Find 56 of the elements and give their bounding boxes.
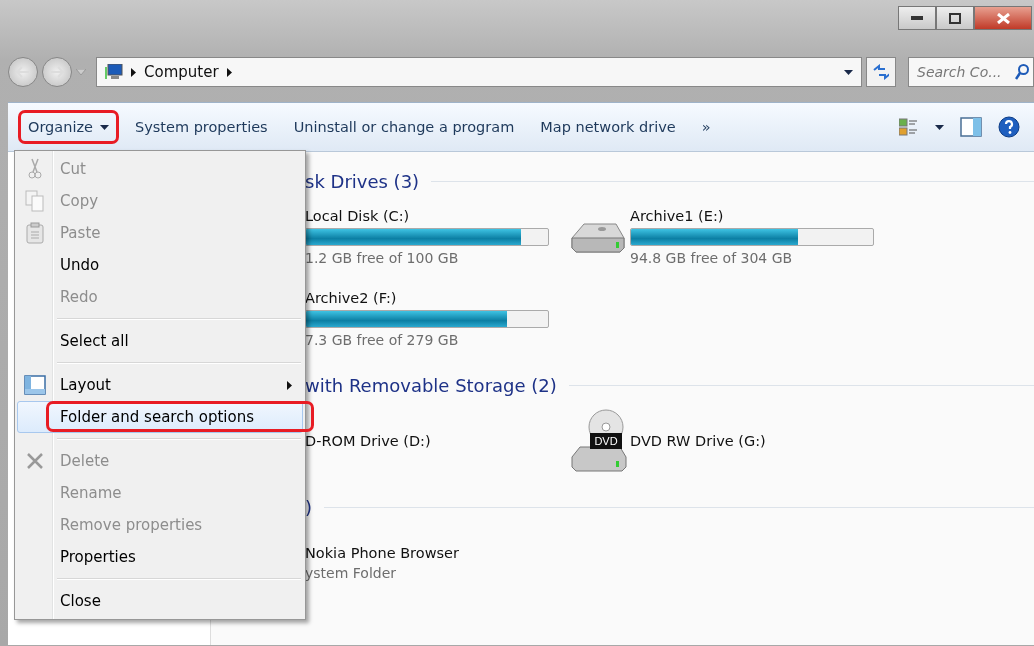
preview-pane-icon[interactable]	[960, 117, 982, 137]
address-bar[interactable]: Computer	[96, 57, 862, 87]
maximize-icon	[949, 12, 961, 24]
toolbar-button[interactable]: Map network drive	[530, 113, 686, 141]
scissors-icon	[28, 158, 42, 180]
toolbar-button[interactable]: Organize	[18, 113, 119, 141]
chevron-icon	[226, 67, 232, 77]
drive-name[interactable]: D-ROM Drive (D:)	[305, 433, 431, 449]
search-field[interactable]: Search Co...	[908, 57, 1034, 87]
toolbar-button[interactable]: Uninstall or change a program	[283, 113, 525, 141]
back-arrow-icon	[16, 66, 30, 78]
copy-icon	[25, 190, 45, 212]
drive-detail: ystem Folder	[305, 565, 398, 581]
menu-item[interactable]: Properties	[17, 541, 303, 573]
close-button[interactable]	[974, 6, 1032, 30]
group-heading[interactable]: sk Drives (3)	[305, 170, 420, 192]
drive-name[interactable]: Nokia Phone Browser	[305, 545, 459, 561]
forward-button[interactable]	[42, 57, 72, 87]
group-heading[interactable]: with Removable Storage (2)	[305, 374, 557, 396]
minimize-icon	[911, 16, 923, 20]
address-dropdown-icon	[844, 69, 853, 75]
view-options-icon[interactable]	[899, 118, 919, 136]
refresh-arrows-icon	[873, 64, 889, 80]
drive-detail: 1.2 GB free of 100 GB	[305, 250, 460, 266]
back-button[interactable]	[8, 57, 38, 87]
computer-icon	[105, 64, 123, 80]
close-icon	[996, 12, 1010, 24]
search-icon	[1015, 64, 1029, 80]
dvd-drive-icon	[571, 409, 627, 472]
menu-item[interactable]: Close	[17, 585, 303, 617]
help-icon[interactable]	[998, 116, 1020, 138]
view-caret-icon	[935, 124, 944, 130]
more-commands-button[interactable]: »	[691, 113, 721, 141]
menu-item[interactable]: Undo	[17, 249, 303, 281]
delete-icon	[26, 452, 44, 470]
forward-arrow-icon	[50, 66, 64, 78]
layout-icon	[24, 375, 46, 395]
breadcrumb-item[interactable]: Computer	[144, 63, 219, 81]
drive-detail: 7.3 GB free of 279 GB	[305, 332, 460, 348]
submenu-arrow-icon	[287, 380, 292, 390]
minimize-button[interactable]	[898, 6, 936, 30]
group-heading[interactable]: )	[305, 496, 313, 518]
drive-name[interactable]: Local Disk (C:)	[305, 208, 549, 224]
drive-name[interactable]: Archive2 (F:)	[305, 290, 549, 306]
menu-item[interactable]: Layout	[17, 369, 303, 401]
chevron-icon	[131, 67, 136, 77]
drive-name[interactable]: DVD RW Drive (G:)	[630, 433, 766, 449]
clipboard-icon	[26, 222, 44, 244]
drive-name[interactable]: Archive1 (E:)	[630, 208, 874, 224]
dvd-label: DVD	[594, 435, 618, 447]
maximize-button[interactable]	[936, 6, 974, 30]
refresh-button[interactable]	[866, 57, 896, 87]
drive-detail: 94.8 GB free of 304 GB	[630, 250, 794, 266]
menu-item[interactable]: Select all	[17, 325, 303, 357]
toolbar-button[interactable]: System properties	[124, 113, 278, 141]
caret-icon	[99, 124, 109, 130]
